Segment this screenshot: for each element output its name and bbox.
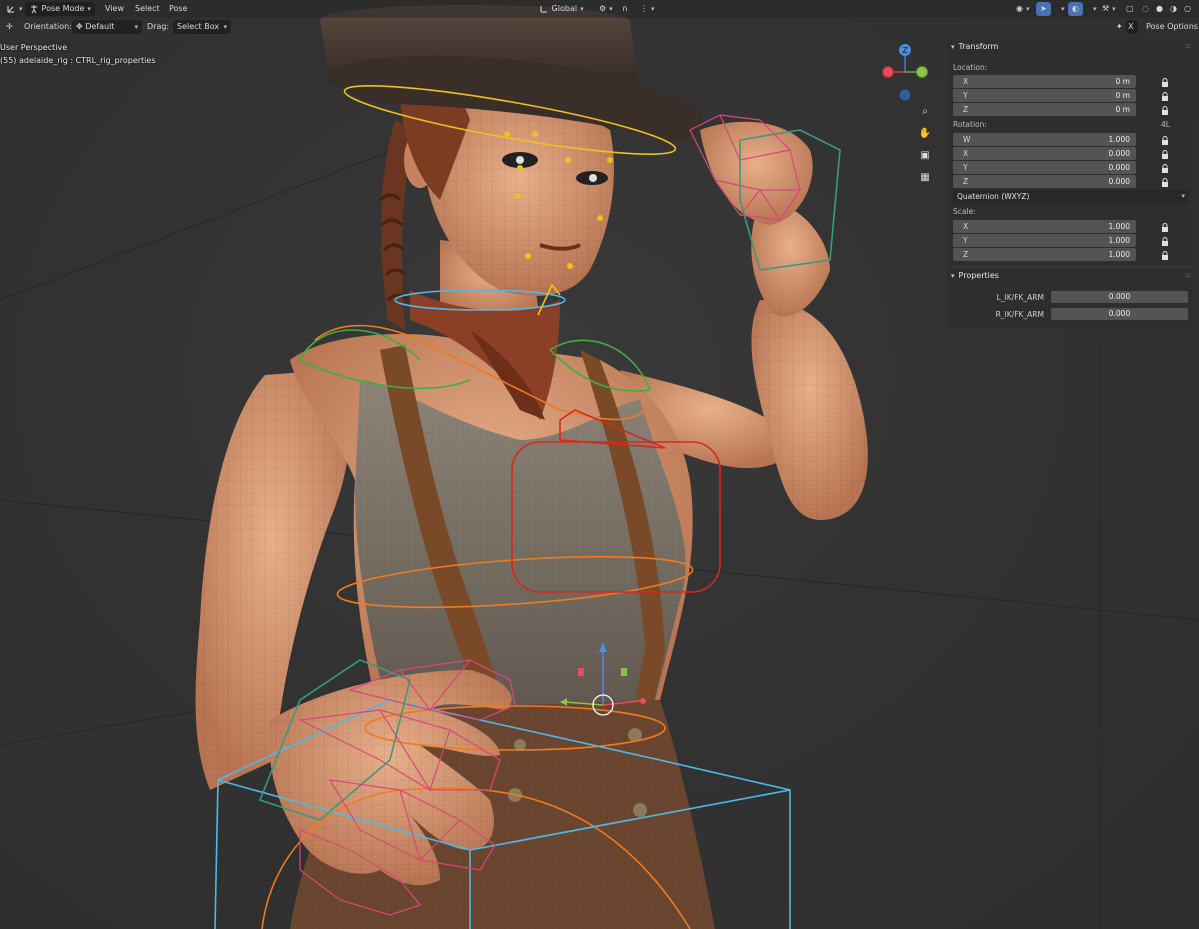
overlays-toggle[interactable]: ◐ (1068, 2, 1083, 16)
pivot-point-selector[interactable]: ⚙ ▾ (595, 2, 617, 16)
chevron-down-icon: ▾ (951, 272, 955, 280)
lock-icon[interactable] (1161, 223, 1169, 232)
drag-value: Select Box (177, 22, 220, 31)
location-z-field[interactable]: Z0 m (953, 103, 1136, 116)
snap-settings[interactable]: ⋮ ▾ (636, 2, 659, 16)
pose-options-button[interactable]: Pose Options (1142, 20, 1199, 34)
scale-y-field[interactable]: Y 1.000 (953, 234, 1136, 247)
bone-overlay-selector[interactable]: ⚒ ▾ (1098, 2, 1120, 16)
orientation-dropdown[interactable]: ✥ Default ▾ (72, 20, 142, 34)
orientation-default-icon: ✥ (76, 22, 83, 31)
gizmo-toggle[interactable]: ➤ (1036, 2, 1051, 16)
zoom-icon[interactable]: ⌕ (915, 102, 935, 122)
shading-material[interactable]: ◑ (1166, 2, 1181, 16)
orientation-axes-icon (540, 5, 547, 12)
editor-type-button[interactable]: ▾ (2, 2, 27, 16)
gizmo-dropdown[interactable]: ▾ (1054, 2, 1069, 16)
magnet-icon: ∩ (622, 4, 628, 13)
panel-divider (947, 266, 1196, 267)
perspective-grid-icon[interactable]: ▦ (915, 168, 935, 188)
property-label: R_IK/FK_ARM (995, 310, 1044, 319)
xray-tool-icon[interactable]: ✦ (1112, 20, 1127, 34)
snap-toggle[interactable]: ∩ (618, 2, 632, 16)
scale-label: Scale: (953, 207, 976, 216)
rotation-y-field[interactable]: Y 0.000 (953, 161, 1136, 174)
eye-icon: ◉ (1016, 4, 1023, 13)
pivot-icon: ⚙ (599, 4, 607, 13)
scale-z-field[interactable]: Z 1.000 (953, 248, 1136, 261)
r-ik-fk-arm-field[interactable]: 0.000 (1051, 308, 1188, 320)
axes-icon (7, 5, 14, 12)
orientation-global-label: Global (551, 4, 578, 13)
xray-toggle[interactable]: ▢ (1122, 2, 1138, 16)
navigation-gizmo[interactable]: Z (880, 42, 930, 102)
mode-selector[interactable]: Pose Mode ▾ (25, 2, 95, 16)
tool-settings-bar: ✛ Orientation: ✥ Default ▾ Drag: Select … (0, 18, 1199, 36)
drag-dropdown[interactable]: Select Box ▾ (173, 20, 231, 34)
chevron-down-icon: ▾ (1181, 192, 1185, 200)
rotation-mode-dropdown[interactable]: Quaternion (WXYZ) ▾ (953, 190, 1189, 203)
l-ik-fk-arm-field[interactable]: 0.000 (1051, 291, 1188, 303)
menu-pose[interactable]: Pose (165, 2, 192, 16)
rendered-sphere-icon: ○ (1184, 4, 1191, 13)
transform-orientation-selector[interactable]: Global ▾ (535, 2, 588, 16)
visibility-selector[interactable]: ◉ ▾ (1012, 2, 1034, 16)
sidebar-panel: ▾ Transform :::: Location: X0 m Y0 m Z0 m… (947, 38, 1196, 328)
pan-hand-icon[interactable]: ✋ (915, 124, 935, 144)
rotation-w-field[interactable]: W 1.000 (953, 133, 1136, 146)
scale-x-field[interactable]: X 1.000 (953, 220, 1136, 233)
menu-select[interactable]: Select (131, 2, 164, 16)
menu-view[interactable]: View (101, 2, 128, 16)
gizmo-icon: ➤ (1040, 4, 1047, 13)
shading-wireframe[interactable]: ◌ (1138, 2, 1153, 16)
lock-icon[interactable] (1161, 150, 1169, 159)
pose-icon (31, 4, 37, 13)
active-tool-icon[interactable]: ✛ (2, 20, 17, 34)
drag-handle-icon[interactable]: :::: (1185, 271, 1192, 279)
properties-title: Properties (958, 271, 999, 280)
properties-panel-header[interactable]: ▾ Properties (951, 269, 999, 283)
location-x-field[interactable]: X0 m (953, 75, 1136, 88)
lock-icon[interactable] (1161, 237, 1169, 246)
lock-icon[interactable] (1161, 92, 1169, 101)
chevron-down-icon: ▾ (951, 43, 955, 51)
snap-increment-icon: ⋮ (640, 4, 648, 13)
lock-icon[interactable] (1161, 136, 1169, 145)
location-label: Location: (953, 63, 988, 72)
overlays-icon: ◐ (1072, 4, 1079, 13)
active-object-label: (55) adelaide_rig : CTRL_rig_properties (0, 56, 156, 65)
shading-solid[interactable]: ● (1152, 2, 1167, 16)
wireframe-sphere-icon: ◌ (1142, 4, 1149, 13)
gizmo-z-label: Z (902, 46, 908, 55)
solid-sphere-icon: ● (1156, 4, 1163, 13)
close-toggle[interactable]: X (1126, 20, 1138, 34)
transform-panel-header[interactable]: ▾ Transform (951, 40, 998, 54)
orientation-label: Orientation: (24, 22, 72, 31)
drag-handle-icon[interactable]: :::: (1185, 42, 1192, 50)
lock-icon[interactable] (1161, 178, 1169, 187)
move-tool-icon: ✛ (6, 22, 13, 31)
lock-icon[interactable] (1161, 106, 1169, 115)
orientation-default-value: Default (85, 22, 115, 31)
shading-rendered[interactable]: ○ (1180, 2, 1195, 16)
camera-view-icon[interactable]: ▣ (915, 146, 935, 166)
drag-label: Drag: (147, 22, 170, 31)
bone-icon: ⚒ (1102, 4, 1110, 13)
mode-label: Pose Mode (41, 4, 85, 13)
xray-icon: ▢ (1126, 4, 1134, 13)
property-label: L_IK/FK_ARM (996, 293, 1044, 302)
location-y-field[interactable]: Y0 m (953, 89, 1136, 102)
rotation-z-field[interactable]: Z 0.000 (953, 175, 1136, 188)
rotation-4l-toggle[interactable]: 4L (1161, 120, 1170, 129)
lock-icon[interactable] (1161, 251, 1169, 260)
lock-icon[interactable] (1161, 78, 1169, 87)
viewport-header: ▾ Pose Mode ▾ View Select Pose Global ▾ ⚙ ▾… (0, 0, 1199, 18)
transform-title: Transform (958, 42, 999, 51)
rotation-label: Rotation: (953, 120, 987, 129)
lock-icon[interactable] (1161, 164, 1169, 173)
rotation-x-field[interactable]: X 0.000 (953, 147, 1136, 160)
viewport-perspective-label: User Perspective (0, 43, 68, 52)
material-sphere-icon: ◑ (1170, 4, 1177, 13)
